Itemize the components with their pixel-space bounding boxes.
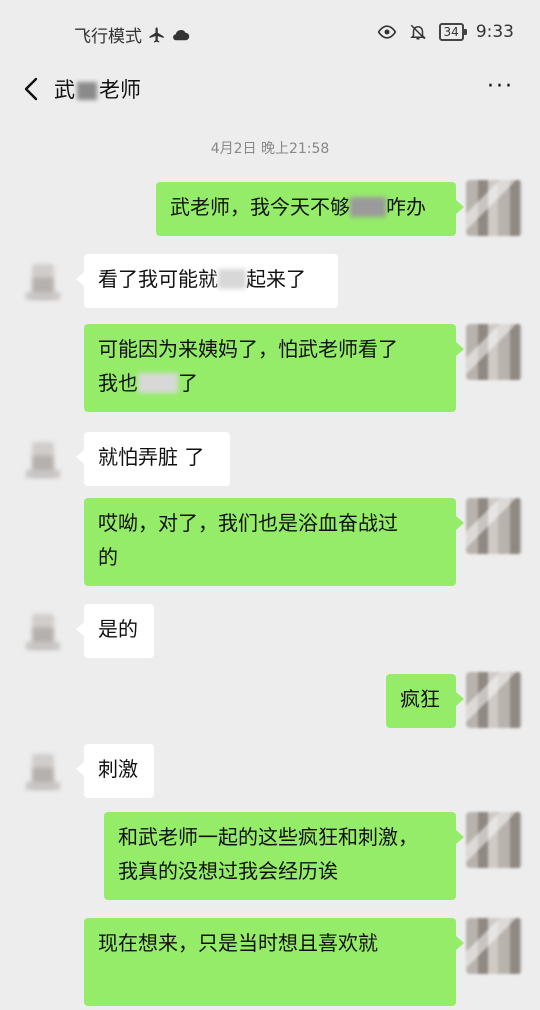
message-text: 刺激 [98, 757, 138, 781]
message-text: 和武老师一起的这些疯狂和刺激， [118, 825, 418, 849]
message-bubble-mine[interactable]: 可能因为来姨妈了，怕武老师看了 我也了 [84, 324, 464, 412]
status-bar: 飞行模式 34 9:33 [0, 0, 540, 62]
message-bubble-mine[interactable]: 疯狂 [386, 674, 464, 728]
redaction-mosaic [138, 373, 178, 393]
message-bubble-theirs[interactable]: 看了我可能就 起来了 [76, 254, 338, 308]
chat-header: 武老师 ··· [0, 62, 540, 118]
my-avatar[interactable] [466, 812, 522, 868]
message-text: 哎呦，对了，我们也是浴血奋战过 [98, 511, 398, 535]
message-text: 现在想来，只是当时想且喜欢就 [98, 931, 378, 955]
chat-title: 武老师 [54, 74, 141, 104]
message-bubble-theirs[interactable]: 就怕弄脏 了 [76, 432, 230, 486]
contact-avatar[interactable] [22, 608, 70, 656]
airplane-icon [149, 27, 164, 42]
status-right: 34 9:33 [377, 22, 514, 42]
message-text: 疯狂 [400, 687, 440, 711]
my-avatar[interactable] [466, 324, 522, 380]
message-text: 的 [98, 545, 118, 569]
redaction-mosaic [77, 82, 97, 100]
message-text-line: 我也了 [98, 371, 198, 395]
clock: 9:33 [475, 22, 514, 42]
message-text: 可能因为来姨妈了，怕武老师看了 [98, 337, 398, 361]
message-bubble-mine[interactable]: 武老师，我今天不够 咋办 [156, 182, 464, 236]
bell-off-icon [409, 24, 426, 40]
status-left: 飞行模式 [74, 22, 190, 47]
message-bubble-mine[interactable]: 哎呦，对了，我们也是浴血奋战过 的 [84, 498, 464, 586]
message-bubble-theirs[interactable]: 刺激 [76, 744, 154, 798]
message-timestamp: 4月2日 晚上21:58 [210, 141, 330, 157]
message-text: 咋办 [386, 195, 426, 219]
message-bubble-mine[interactable]: 和武老师一起的这些疯狂和刺激， 我真的没想过我会经历诶 [104, 812, 464, 900]
message-text: 就怕弄脏 了 [98, 445, 205, 469]
battery-icon: 34 [438, 23, 468, 41]
my-avatar[interactable] [466, 918, 522, 974]
chat-title-part2: 老师 [99, 78, 141, 102]
contact-avatar[interactable] [22, 748, 70, 796]
message-text: 看了我可能就 [98, 267, 218, 291]
cloud-icon [173, 29, 190, 40]
message-bubble-theirs[interactable]: 是的 [76, 604, 154, 658]
my-avatar[interactable] [466, 498, 522, 554]
redaction-mosaic [350, 197, 386, 217]
back-arrow-icon[interactable] [20, 76, 44, 102]
more-options-button[interactable]: ··· [487, 74, 514, 99]
message-text: 武老师，我今天不够 [170, 195, 350, 219]
eye-icon [377, 25, 396, 39]
my-avatar[interactable] [466, 672, 522, 728]
message-text: 起来了 [246, 267, 306, 291]
redaction-mosaic [218, 269, 246, 289]
message-text: 是的 [98, 617, 138, 641]
my-avatar[interactable] [466, 180, 522, 236]
message-bubble-mine[interactable]: 现在想来，只是当时想且喜欢就 [84, 918, 464, 1006]
message-text: 我真的没想过我会经历诶 [118, 859, 338, 883]
airplane-mode-label: 飞行模式 [74, 27, 142, 47]
chat-title-part1: 武 [54, 78, 75, 102]
contact-avatar[interactable] [22, 258, 70, 306]
contact-avatar[interactable] [22, 436, 70, 484]
